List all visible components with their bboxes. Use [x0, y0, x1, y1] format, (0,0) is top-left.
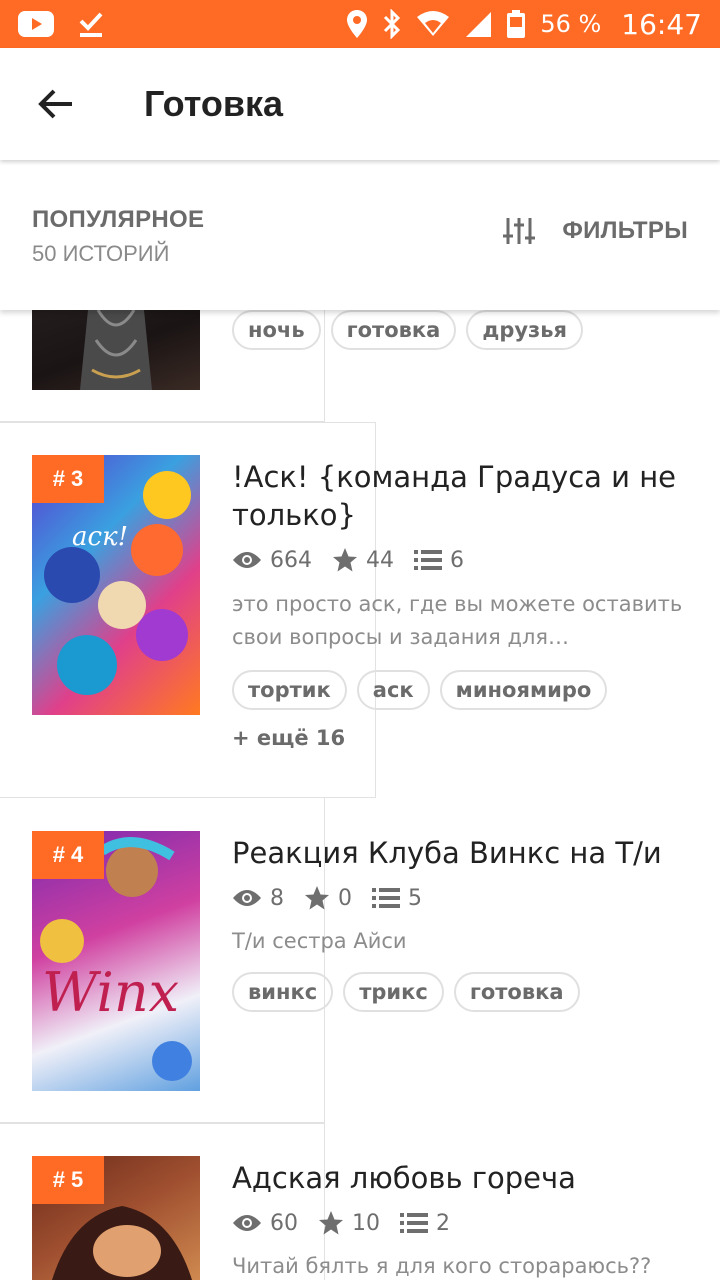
svg-text:аск!: аск! — [72, 522, 128, 552]
votes-count: 44 — [366, 547, 394, 573]
youtube-icon — [18, 11, 54, 37]
sort-selector[interactable]: ПОПУЛЯРНОЕ — [32, 206, 204, 234]
story-card[interactable]: # 5 Адская любовь гореча 60 10 2 Читай б… — [0, 1123, 720, 1280]
eye-icon — [233, 890, 261, 906]
tag-chip[interactable]: аск — [356, 670, 430, 710]
tag-chip[interactable]: тортик — [232, 670, 347, 710]
location-icon — [346, 9, 368, 39]
story-cover: # 5 — [32, 1156, 200, 1280]
parts-list-icon — [372, 888, 400, 908]
star-icon — [319, 1211, 343, 1235]
svg-text:Winx: Winx — [42, 961, 179, 1024]
tag-chip[interactable]: трикс — [343, 972, 444, 1012]
eye-icon — [233, 552, 261, 568]
parts-list-icon — [414, 550, 442, 570]
views-count: 664 — [270, 547, 312, 573]
more-tags-link[interactable]: + ещё 16 — [232, 726, 345, 750]
filters-button[interactable]: ФИЛЬТРЫ — [502, 216, 688, 246]
story-stats: 8 0 5 — [232, 885, 430, 911]
app-bar: Готовка — [0, 48, 720, 160]
story-count: 50 ИСТОРИЙ — [32, 241, 170, 266]
rank-badge: # 3 — [32, 455, 104, 503]
story-title[interactable]: Реакция Клуба Винкс на Т/и — [232, 834, 682, 872]
page-title: Готовка — [144, 83, 284, 124]
parts-count: 6 — [450, 547, 464, 573]
signal-icon — [464, 10, 492, 38]
story-cover: # 4 Winx — [32, 831, 200, 1091]
parts-count: 5 — [408, 885, 422, 911]
star-icon — [305, 886, 329, 910]
filters-label: ФИЛЬТРЫ — [562, 217, 688, 244]
tag-chip[interactable]: ночь — [232, 310, 321, 350]
sort-header: ПОПУЛЯРНОЕ 50 ИСТОРИЙ ФИЛЬТРЫ — [0, 160, 720, 310]
parts-count: 2 — [436, 1210, 450, 1236]
wifi-icon — [416, 11, 450, 37]
tag-chip[interactable]: миноямиро — [439, 670, 608, 710]
battery-level: 56 % — [540, 10, 602, 38]
story-card[interactable]: # 4 Winx Реакция Клуба Винкс на Т/и 8 0 … — [0, 798, 720, 1123]
tag-chip[interactable]: друзья — [466, 310, 584, 350]
story-description: Т/и сестра Айси — [232, 929, 407, 953]
rank-badge: # 5 — [32, 1156, 104, 1204]
download-done-icon — [78, 10, 104, 38]
eye-icon — [233, 1215, 261, 1231]
back-button[interactable] — [26, 74, 86, 134]
parts-list-icon — [400, 1213, 428, 1233]
clock: 16:47 — [621, 7, 702, 41]
tag-chip[interactable]: винкс — [232, 972, 334, 1012]
tag-chip[interactable]: готовка — [453, 972, 580, 1012]
story-cover: # 3 аск! — [32, 455, 200, 715]
tag-chip[interactable]: готовка — [330, 310, 457, 350]
star-icon — [333, 548, 357, 572]
story-description: это просто аск, где вы можете оставить с… — [232, 592, 683, 649]
bluetooth-icon — [382, 9, 402, 39]
battery-icon — [506, 9, 526, 39]
story-description: Читай бялть я для кого сторараюсь?? — [232, 1254, 652, 1278]
sliders-icon — [503, 218, 536, 244]
rank-badge: # 4 — [32, 831, 104, 879]
views-count: 60 — [270, 1210, 298, 1236]
story-stats: 60 10 2 — [232, 1210, 458, 1236]
story-stats: 664 44 6 — [232, 547, 472, 573]
story-card[interactable]: # 3 аск! !Аск! {команда Градуса и не тол… — [0, 422, 720, 798]
views-count: 8 — [270, 885, 284, 911]
story-title[interactable]: !Аск! {команда Градуса и не только} — [232, 458, 682, 534]
votes-count: 10 — [352, 1210, 380, 1236]
votes-count: 0 — [338, 885, 352, 911]
status-bar: 56 % 16:47 — [0, 0, 720, 48]
arrow-back-icon — [38, 89, 72, 119]
story-title[interactable]: Адская любовь гореча — [232, 1159, 682, 1197]
